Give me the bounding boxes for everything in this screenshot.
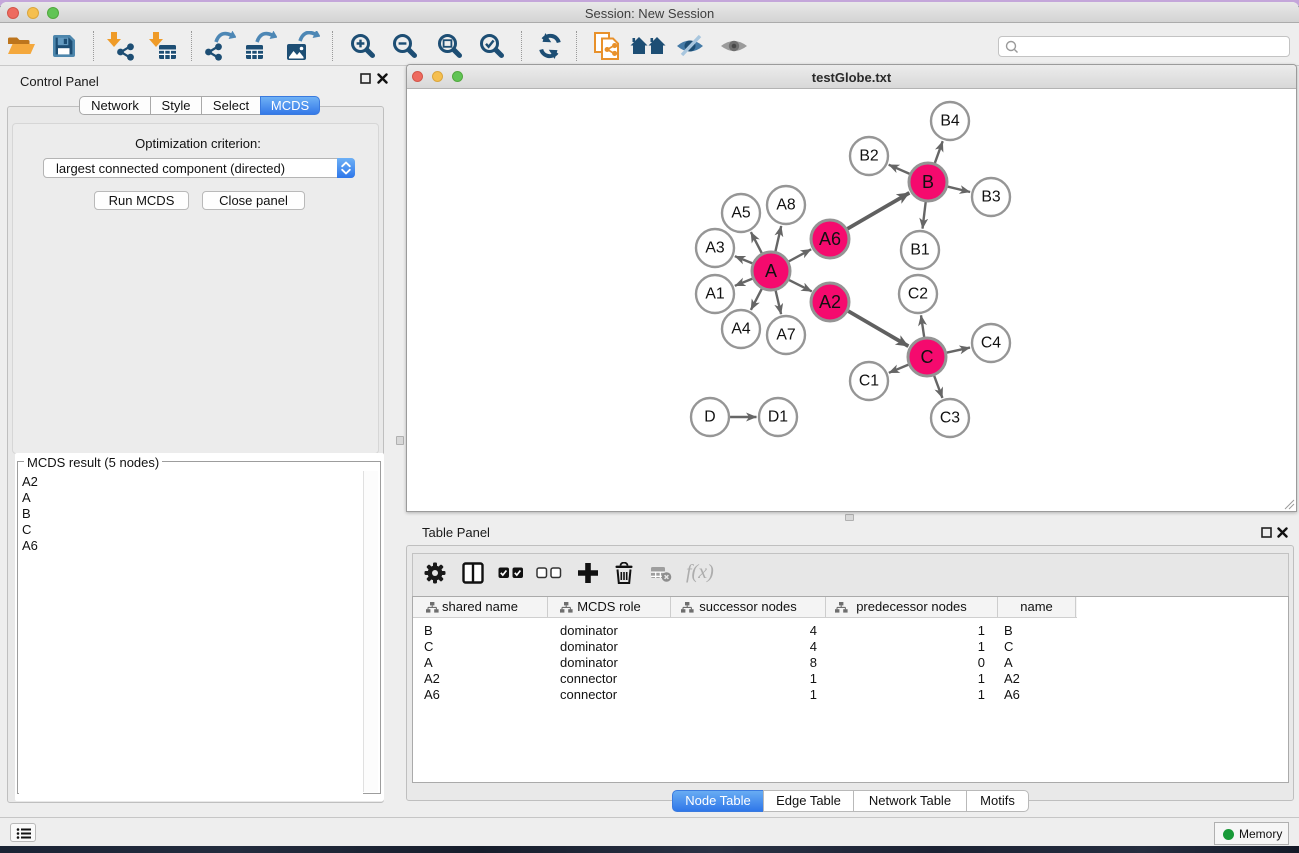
svg-text:C2: C2 [908, 286, 928, 303]
svg-text:B2: B2 [859, 148, 878, 165]
svg-text:A4: A4 [731, 321, 751, 338]
svg-text:f(x): f(x) [686, 562, 714, 583]
svg-text:A8: A8 [776, 197, 796, 214]
svg-text:C4: C4 [981, 335, 1001, 352]
svg-text:B3: B3 [981, 189, 1001, 206]
svg-text:C: C [921, 347, 934, 367]
svg-text:C1: C1 [859, 373, 879, 390]
svg-text:A7: A7 [776, 327, 795, 344]
svg-text:A1: A1 [705, 286, 725, 303]
svg-text:D1: D1 [768, 409, 788, 426]
svg-text:A2: A2 [819, 292, 841, 312]
svg-text:A3: A3 [705, 240, 725, 257]
svg-text:C3: C3 [940, 410, 960, 427]
svg-text:D: D [704, 409, 715, 426]
svg-text:A: A [765, 261, 777, 281]
svg-text:B1: B1 [910, 242, 930, 259]
svg-text:B4: B4 [940, 113, 960, 130]
svg-text:A6: A6 [819, 229, 841, 249]
svg-text:A5: A5 [731, 205, 751, 222]
svg-text:B: B [922, 172, 934, 192]
